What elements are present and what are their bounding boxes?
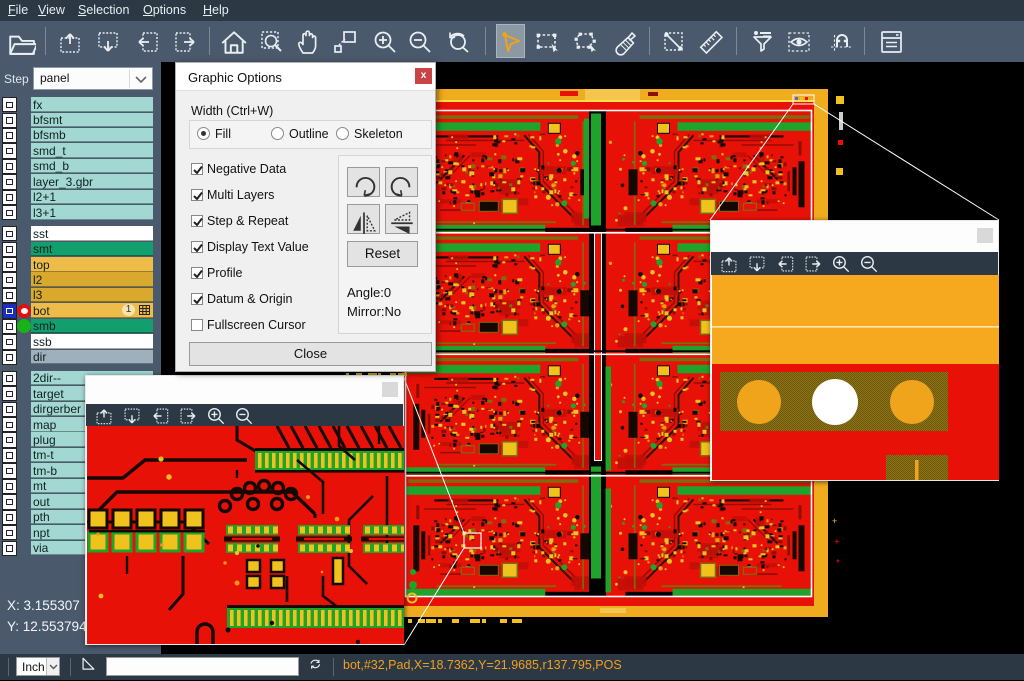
svg-text:+: + [832,516,837,526]
svg-text:+: + [834,537,840,548]
svg-text:*: * [836,558,840,569]
